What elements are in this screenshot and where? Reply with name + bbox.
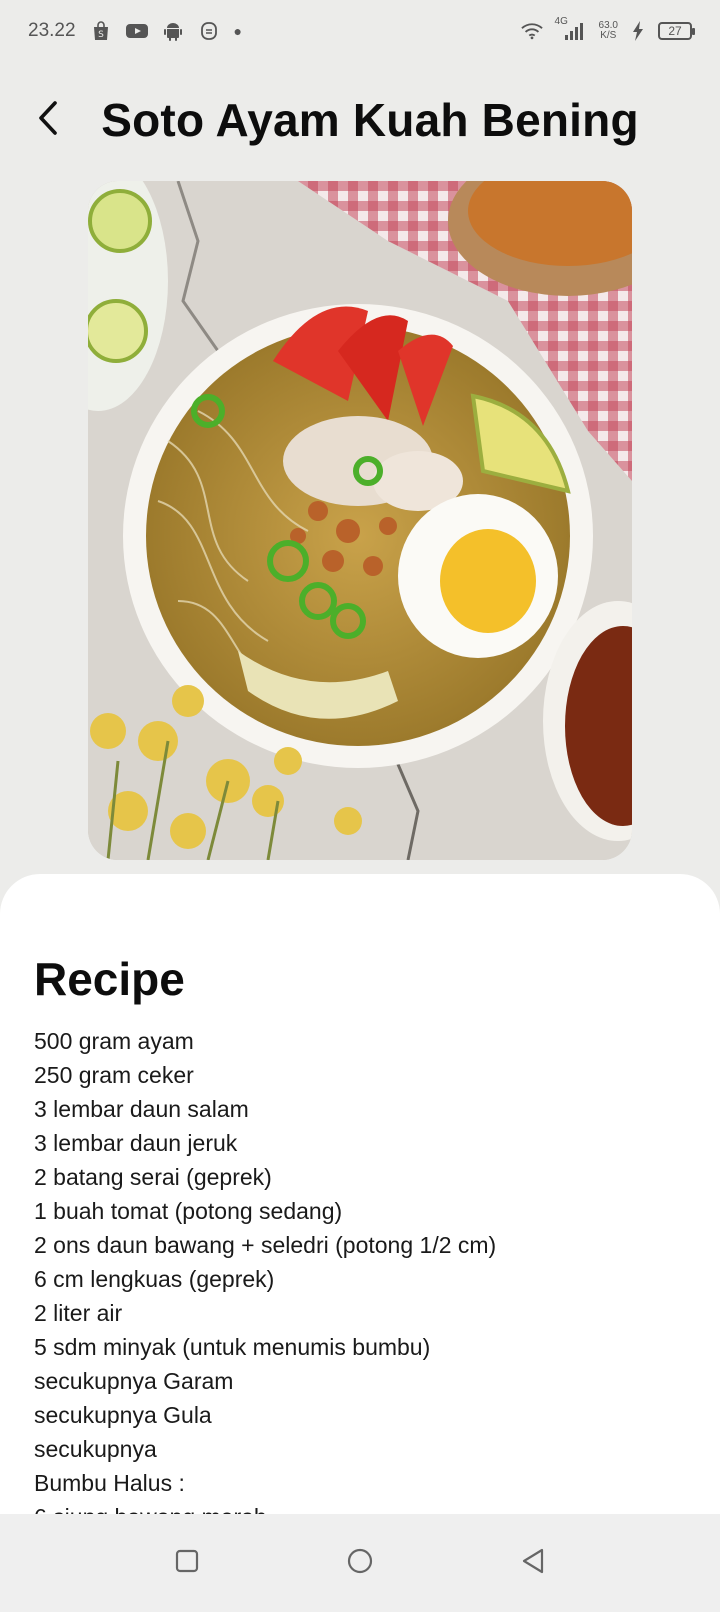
ingredient-item: 3 lembar daun jeruk [34, 1130, 238, 1156]
ingredient-item: 500 gram ayam [34, 1028, 194, 1054]
battery-icon: 27 [658, 22, 695, 40]
notification-dot-icon: ● [233, 23, 243, 39]
ingredient-item: secukupnya Garam [34, 1368, 234, 1394]
ingredient-item: 5 sdm minyak (untuk menumis bumbu) [34, 1334, 431, 1360]
ingredient-item: 6 siung bawang merah [34, 1500, 496, 1514]
nav-back-button[interactable] [503, 1533, 563, 1593]
square-icon [175, 1549, 199, 1578]
system-nav-bar [0, 1514, 720, 1612]
recents-button[interactable] [157, 1533, 217, 1593]
chevron-left-icon [35, 100, 61, 141]
youtube-icon [125, 21, 148, 41]
recipe-sheet[interactable]: Recipe 500 gram ayam 250 gram ceker 3 le… [0, 874, 720, 1514]
ingredient-item: 1 buah tomat (potong sedang) [34, 1198, 343, 1224]
network-type-label: 4G [554, 16, 568, 27]
cellular-signal-icon: 4G [555, 16, 585, 41]
ingredient-item: 250 gram ceker [34, 1062, 194, 1088]
network-speed-unit: K/S [600, 30, 617, 41]
ingredient-list: 500 gram ayam 250 gram ceker 3 lembar da… [34, 1024, 496, 1514]
triangle-left-icon [520, 1547, 546, 1580]
ingredient-item: secukupnya [34, 1436, 157, 1462]
status-left: 23.22 S ● [28, 20, 242, 42]
home-button[interactable] [330, 1533, 390, 1593]
circle-icon [347, 1548, 373, 1579]
page-title: Soto Ayam Kuah Bening [101, 94, 639, 146]
wifi-icon [520, 21, 543, 41]
status-time: 23.22 [28, 20, 76, 41]
ingredient-item: 2 liter air [34, 1300, 123, 1326]
ingredient-item: 2 ons daun bawang + seledri (potong 1/2 … [34, 1232, 497, 1258]
ingredient-item: secukupnya Gula [34, 1402, 212, 1428]
shop-bag-icon: S [90, 21, 112, 41]
ingredient-item: Bumbu Halus : [34, 1470, 185, 1496]
recipe-image [88, 181, 632, 860]
network-speed: 63.0 K/S [599, 21, 618, 41]
ingredient-item: 3 lembar daun salam [34, 1096, 249, 1122]
battery-level: 27 [668, 24, 682, 38]
android-icon [162, 21, 184, 41]
recipe-heading: Recipe [34, 953, 185, 1005]
status-bar: 23.22 S ● 4G 63.0 K/S 27 [0, 0, 720, 62]
app-badge-icon [198, 21, 220, 41]
charging-bolt-icon [632, 21, 644, 41]
ingredient-item: 2 batang serai (geprek) [34, 1164, 272, 1190]
ingredient-item: 6 cm lengkuas (geprek) [34, 1266, 275, 1292]
app-header: Soto Ayam Kuah Bening [0, 80, 720, 160]
status-right: 4G 63.0 K/S 27 [520, 16, 695, 41]
svg-text:S: S [98, 30, 104, 40]
back-button[interactable] [18, 90, 78, 150]
